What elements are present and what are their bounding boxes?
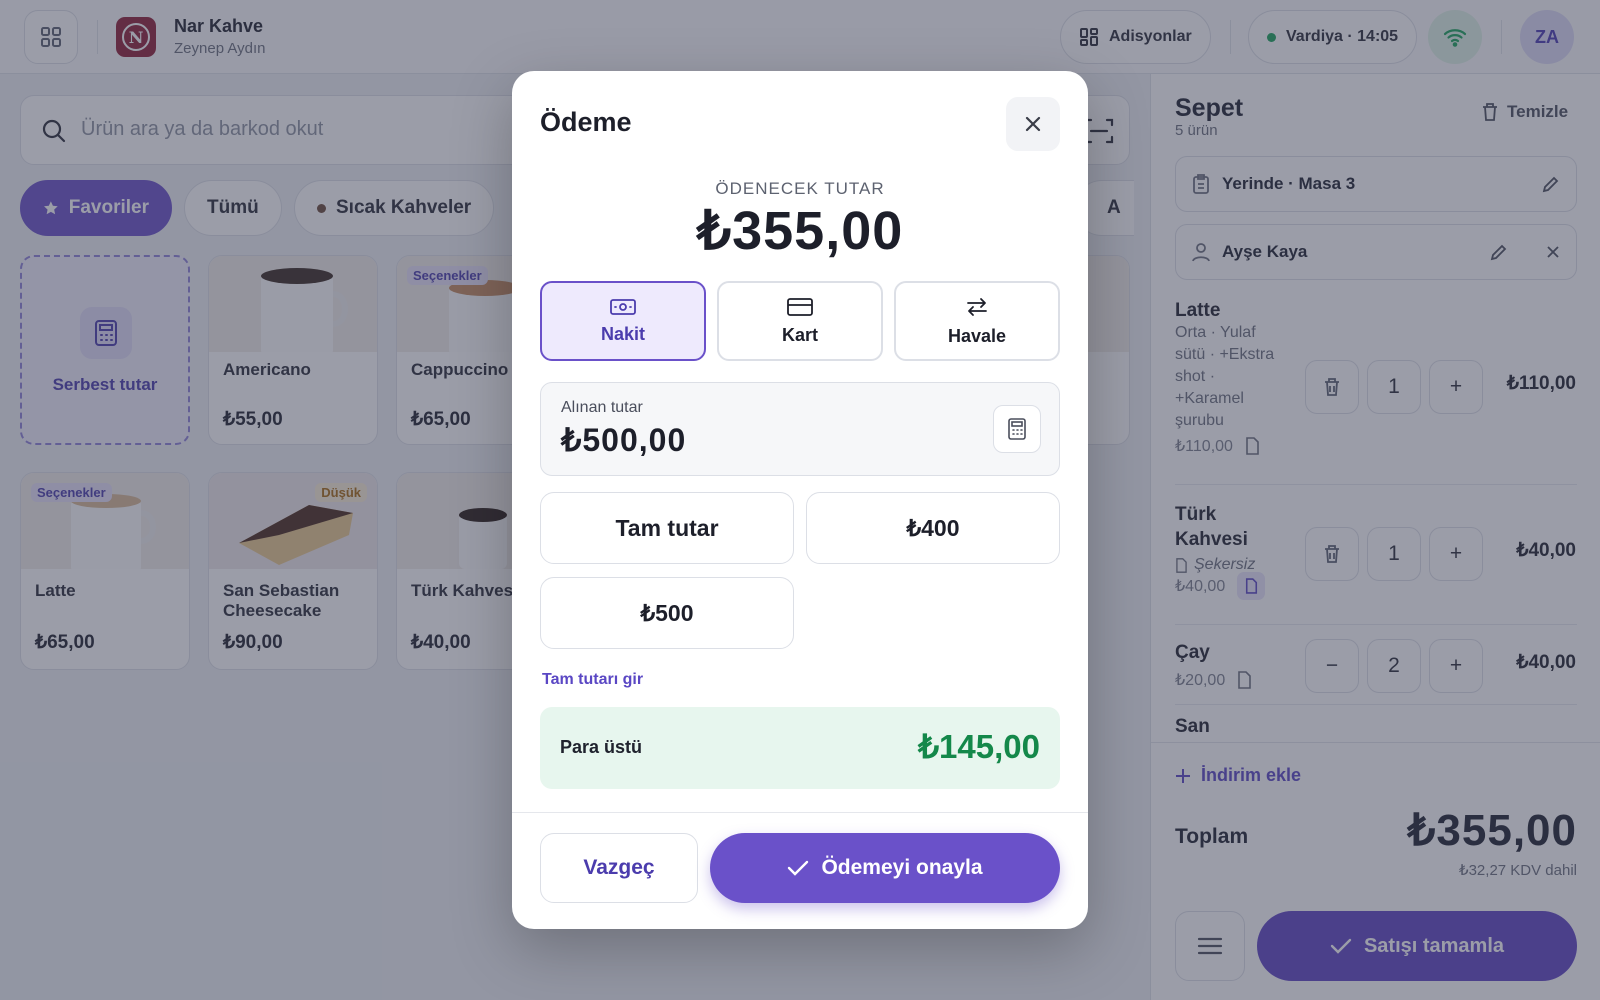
change-due-box: Para üstü ₺145,00 — [540, 707, 1060, 789]
amount-due-label: ÖDENECEK TUTAR — [715, 179, 885, 198]
received-amount-field[interactable]: Alınan tutar ₺500,00 — [540, 382, 1060, 476]
modal-title: Ödeme — [540, 107, 632, 137]
received-amount-value: ₺500,00 — [561, 422, 687, 458]
keypad-button[interactable] — [993, 405, 1041, 453]
cancel-button[interactable]: Vazgeç — [540, 833, 698, 903]
payment-modal: Ödeme ÖDENECEK TUTAR ₺355,00 Nakit Kart … — [512, 71, 1088, 929]
payment-method-cash[interactable]: Nakit — [540, 281, 706, 361]
cash-icon — [610, 298, 636, 315]
quick-amount-500[interactable]: ₺500 — [540, 577, 794, 649]
pos-app: N Nar Kahve Zeynep Aydın Adisyonlar Vard… — [0, 0, 1600, 1000]
change-value: ₺145,00 — [918, 728, 1040, 765]
close-icon — [1025, 116, 1041, 132]
amount-due-value: ₺355,00 — [696, 201, 904, 261]
enter-exact-amount-link[interactable]: Tam tutarı gir — [542, 671, 643, 689]
payment-method-transfer[interactable]: Havale — [894, 281, 1060, 361]
payment-method-label: Havale — [947, 325, 1007, 346]
confirm-payment-button[interactable]: Ödemeyi onayla — [710, 833, 1060, 903]
quick-amount-400[interactable]: ₺400 — [806, 492, 1060, 564]
transfer-icon — [967, 297, 987, 316]
calculator-icon — [1008, 418, 1026, 440]
confirm-payment-label: Ödemeyi onayla — [821, 856, 983, 879]
close-modal-button[interactable] — [1006, 97, 1060, 151]
credit-card-icon — [787, 297, 813, 316]
payment-method-card[interactable]: Kart — [717, 281, 883, 361]
payment-method-label: Nakit — [600, 323, 645, 344]
change-label: Para üstü — [560, 737, 643, 757]
payment-method-label: Kart — [781, 324, 818, 345]
received-amount-label: Alınan tutar — [561, 399, 643, 416]
quick-amount-exact[interactable]: Tam tutar — [540, 492, 794, 564]
divider — [512, 812, 1088, 813]
check-icon — [788, 860, 809, 876]
